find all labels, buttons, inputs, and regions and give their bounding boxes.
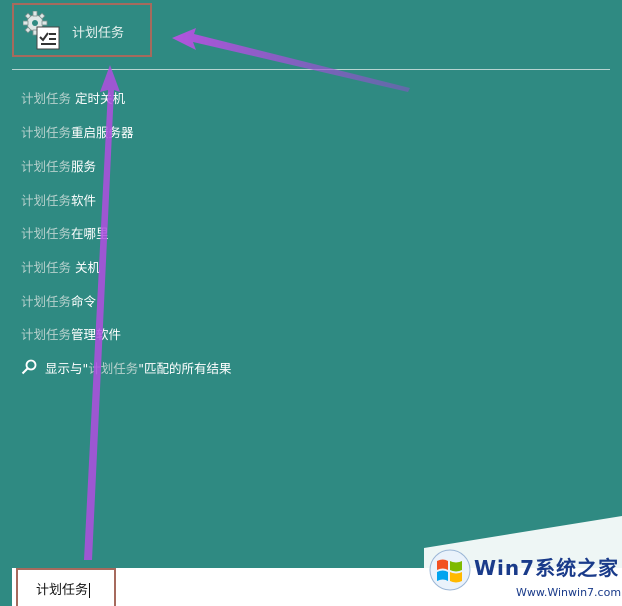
task-scheduler-icon [23, 11, 60, 50]
windows-logo [429, 549, 471, 591]
suggestion-item[interactable]: 计划任务命令 [21, 291, 251, 309]
suggestion-item[interactable]: 计划任务软件 [21, 190, 251, 208]
suggestion-prefix: 计划任务 [21, 193, 72, 208]
search-icon [21, 359, 37, 375]
watermark: Win7系统之家 Www.Winwin7.com [424, 514, 622, 606]
suggestion-suffix: 命令 [71, 294, 97, 309]
top-result-label: 计划任务 [72, 26, 125, 41]
suggestion-item[interactable]: 计划任务服务 [21, 156, 251, 174]
suggestion-suffix: 管理软件 [71, 327, 122, 342]
search-input-value: 计划任务 [36, 583, 91, 598]
suggestion-prefix: 计划任务 [21, 260, 72, 275]
suggestion-item[interactable]: 计划任务 定时关机 [21, 88, 251, 106]
suggestion-prefix: 计划任务 [21, 294, 72, 309]
show-all-query: 计划任务 [88, 360, 139, 376]
watermark-url: Www.Winwin7.com [516, 586, 622, 599]
arrow-to-top-result [172, 28, 410, 92]
suggestion-prefix: 计划任务 [21, 226, 72, 241]
watermark-brand: Win7系统之家 [474, 556, 620, 580]
suggestion-suffix: 重启服务器 [71, 125, 134, 140]
suggestion-suffix: 关机 [71, 260, 100, 275]
suggestion-item[interactable]: 计划任务管理软件 [21, 324, 251, 342]
suggestion-item[interactable]: 计划任务重启服务器 [21, 122, 251, 140]
suggestion-item[interactable]: 计划任务在哪里 [21, 223, 251, 241]
divider [12, 69, 610, 70]
show-all-results[interactable]: 显示与" 计划任务 "匹配的所有结果 [21, 358, 232, 376]
search-input[interactable]: 计划任务 [16, 568, 116, 606]
suggestion-item[interactable]: 计划任务 关机 [21, 257, 251, 275]
suggestion-suffix: 服务 [71, 159, 97, 174]
suggestion-prefix: 计划任务 [21, 159, 72, 174]
suggestion-prefix: 计划任务 [21, 125, 72, 140]
top-result-task-scheduler[interactable]: 计划任务 [12, 3, 152, 57]
suggestion-suffix: 软件 [71, 193, 97, 208]
show-all-pre: 显示与" [45, 360, 89, 376]
suggestion-suffix: 定时关机 [71, 91, 125, 106]
suggestion-prefix: 计划任务 [21, 327, 72, 342]
suggestion-suffix: 在哪里 [71, 226, 109, 241]
show-all-post: "匹配的所有结果 [138, 360, 232, 376]
suggestion-prefix: 计划任务 [21, 91, 72, 106]
